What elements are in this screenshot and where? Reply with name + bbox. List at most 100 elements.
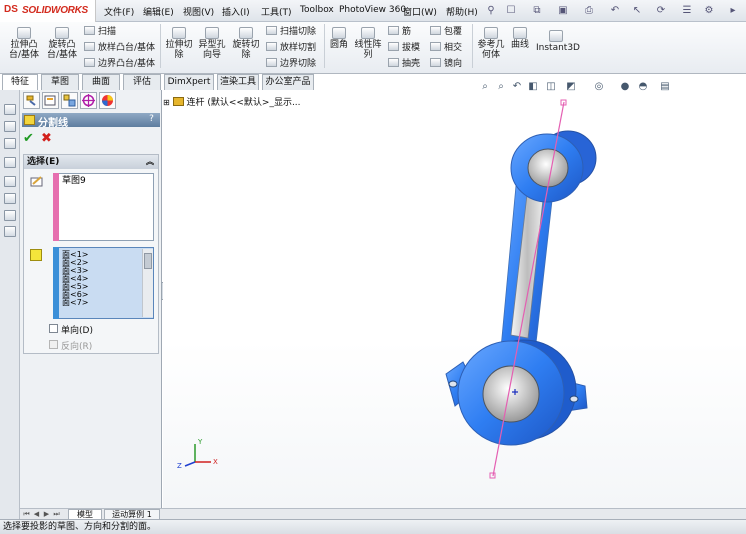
dimxpert-tab-icon[interactable] bbox=[80, 92, 97, 109]
instant3d-button[interactable]: Instant3D bbox=[536, 30, 580, 53]
big-end-hole[interactable] bbox=[482, 365, 540, 423]
triad-y-label: Y bbox=[197, 438, 203, 446]
panel-title: 分割线 bbox=[38, 118, 68, 129]
extrude-cut-button[interactable]: 拉伸切除 bbox=[164, 27, 194, 60]
rib-button[interactable]: 筋 bbox=[388, 26, 411, 38]
tool-icon[interactable] bbox=[4, 104, 16, 115]
boundary-boss-button[interactable]: 边界凸台/基体 bbox=[84, 58, 155, 70]
draft-button[interactable]: 拔模 bbox=[388, 42, 420, 54]
reverse-direction-checkbox[interactable] bbox=[49, 340, 58, 349]
tab-surfaces[interactable]: 曲面 bbox=[82, 74, 120, 90]
ok-button[interactable]: ✔ bbox=[23, 131, 37, 146]
menu-insert[interactable]: 插入(I) bbox=[222, 5, 250, 18]
selections-group-header[interactable]: 选择(E) ︽ bbox=[24, 155, 158, 169]
tab-features[interactable]: 特征 bbox=[2, 74, 38, 90]
rib-icon bbox=[388, 26, 399, 35]
sweep-button[interactable]: 扫描 bbox=[84, 26, 116, 38]
mirror-button[interactable]: 镜向 bbox=[430, 58, 462, 70]
configuration-tab-icon[interactable] bbox=[61, 92, 78, 109]
small-end-hole[interactable] bbox=[527, 148, 569, 188]
menu-tools[interactable]: 工具(T) bbox=[261, 5, 292, 18]
single-direction-checkbox[interactable] bbox=[49, 324, 58, 333]
save-icon[interactable]: ▣ bbox=[556, 4, 570, 18]
help-icon[interactable]: ? bbox=[146, 114, 157, 125]
solidworks-logo[interactable]: DS SOLIDWORKS bbox=[0, 0, 96, 22]
collapse-chevron-icon[interactable]: ︽ bbox=[146, 155, 154, 169]
tab-office-products[interactable]: 办公室产品 bbox=[262, 74, 314, 90]
undo-icon[interactable]: ↶ bbox=[608, 4, 622, 18]
feature-tree-tab-icon[interactable] bbox=[23, 92, 40, 109]
linear-pattern-button[interactable]: 线性阵列 bbox=[352, 27, 384, 60]
app-name: SOLIDWORKS bbox=[22, 5, 88, 16]
sketch-selection-box[interactable]: 草图9 bbox=[53, 173, 154, 241]
tool-icon[interactable] bbox=[4, 176, 16, 187]
bolt-hole[interactable] bbox=[569, 395, 579, 403]
revolve-boss-button[interactable]: 旋转凸台/基体 bbox=[44, 27, 80, 60]
curves-button[interactable]: 曲线 bbox=[508, 27, 532, 50]
cancel-button[interactable]: ✖ bbox=[41, 131, 55, 146]
menu-view[interactable]: 视图(V) bbox=[183, 5, 214, 18]
tab-render-tools[interactable]: 渲染工具 bbox=[217, 74, 259, 90]
faces-selection-box[interactable]: 面<1> 面<2> 面<3> 面<4> 面<5> 面<6> 面<7> bbox=[53, 247, 154, 319]
boundary-cut-button[interactable]: 边界切除 bbox=[266, 58, 316, 70]
single-direction-label: 单向(D) bbox=[61, 326, 93, 336]
tool-icon[interactable] bbox=[4, 157, 16, 168]
sweep-icon bbox=[84, 26, 95, 35]
file-properties-icon[interactable]: ☰ bbox=[680, 4, 694, 18]
next-tab-icon[interactable]: ▶ bbox=[42, 510, 51, 518]
menu-file[interactable]: 文件(F) bbox=[104, 5, 134, 18]
sweep-cut-button[interactable]: 扫描切除 bbox=[266, 26, 316, 38]
new-document-icon[interactable]: ☐ bbox=[504, 4, 518, 18]
split-line-icon bbox=[24, 115, 35, 125]
select-icon[interactable]: ↖ bbox=[630, 4, 644, 18]
last-tab-icon[interactable]: ⏭ bbox=[52, 510, 61, 518]
sketch-item[interactable]: 草图9 bbox=[62, 177, 86, 186]
revolve-cut-button[interactable]: 旋转切除 bbox=[230, 27, 262, 60]
rebuild-icon[interactable]: ⟳ bbox=[654, 4, 668, 18]
command-tabs: 特征 草图 曲面 评估 DimXpert 渲染工具 办公室产品 bbox=[0, 74, 330, 90]
menu-window[interactable]: 窗口(W) bbox=[403, 5, 437, 18]
faces-scrollbar[interactable] bbox=[142, 249, 153, 317]
tool-icon[interactable] bbox=[4, 210, 16, 221]
loft-icon bbox=[84, 42, 95, 51]
tool-icon[interactable] bbox=[4, 138, 16, 149]
model-view[interactable]: Y X Z bbox=[163, 90, 746, 508]
graphics-area[interactable]: ⊞ 连杆 (默认<<默认>_显示... ⌕ ⌕ ↶ ◧ ◫ ◩ ◎ ● ◓ ▤ bbox=[163, 81, 746, 508]
intersect-button[interactable]: 相交 bbox=[430, 42, 462, 54]
hole-wizard-button[interactable]: 异型孔向导 bbox=[197, 27, 227, 60]
prev-tab-icon[interactable]: ◀ bbox=[32, 510, 41, 518]
tab-dimxpert[interactable]: DimXpert bbox=[164, 74, 214, 90]
boss-extrude-button[interactable]: 拉伸凸台/基体 bbox=[6, 27, 42, 60]
tool-icon[interactable] bbox=[4, 193, 16, 204]
reference-geometry-button[interactable]: 参考几何体 bbox=[476, 27, 506, 60]
tab-evaluate[interactable]: 评估 bbox=[123, 74, 161, 90]
shell-button[interactable]: 抽壳 bbox=[388, 58, 420, 70]
sketch-color-bar bbox=[53, 173, 59, 241]
tab-sketch[interactable]: 草图 bbox=[41, 74, 79, 90]
more-icon[interactable]: ▸ bbox=[726, 4, 740, 18]
property-manager-tab-icon[interactable] bbox=[42, 92, 59, 109]
extrude-cut-icon bbox=[172, 27, 186, 39]
curves-icon bbox=[513, 27, 527, 39]
print-icon[interactable]: ⎙ bbox=[582, 4, 596, 18]
bolt-hole[interactable] bbox=[448, 380, 458, 388]
wrap-button[interactable]: 包覆 bbox=[430, 26, 462, 38]
fillet-button[interactable]: 圆角 bbox=[328, 27, 350, 50]
pin-icon[interactable]: ⚲ bbox=[484, 4, 498, 18]
loft-boss-button[interactable]: 放样凸台/基体 bbox=[84, 42, 155, 54]
instant3d-icon bbox=[549, 30, 563, 42]
first-tab-icon[interactable]: ⏮ bbox=[22, 510, 31, 518]
loft-cut-button[interactable]: 放样切割 bbox=[266, 42, 316, 54]
menu-help[interactable]: 帮助(H) bbox=[446, 5, 478, 18]
scroll-thumb[interactable] bbox=[144, 253, 152, 269]
face-item[interactable]: 面<7> bbox=[62, 299, 89, 307]
open-icon[interactable]: ⧉ bbox=[530, 4, 544, 18]
options-icon[interactable]: ⚙ bbox=[702, 4, 716, 18]
loft-cut-icon bbox=[266, 42, 277, 51]
display-manager-tab-icon[interactable] bbox=[99, 92, 116, 109]
menu-photoview[interactable]: PhotoView 360 bbox=[339, 5, 406, 15]
menu-toolbox[interactable]: Toolbox bbox=[300, 5, 334, 15]
menu-edit[interactable]: 编辑(E) bbox=[143, 5, 174, 18]
tool-icon[interactable] bbox=[4, 226, 16, 237]
tool-icon[interactable] bbox=[4, 121, 16, 132]
